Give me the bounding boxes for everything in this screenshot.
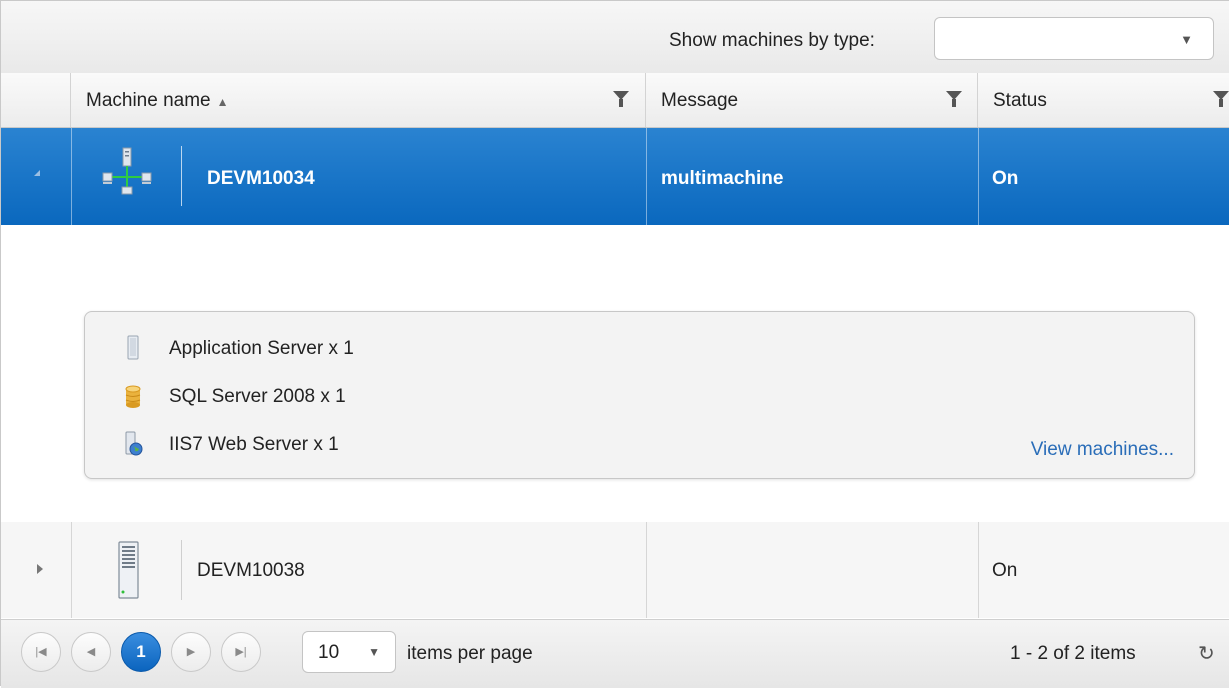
machine-name-header-label: Machine name	[86, 90, 211, 111]
table-row[interactable]: DEVM10038 On	[1, 522, 1229, 618]
machine-status: On	[992, 560, 1018, 581]
sort-ascending-icon: ▲	[216, 95, 229, 109]
filter-icon[interactable]	[946, 91, 962, 107]
grid-header: Machine name ▲ Message Status	[1, 73, 1229, 128]
cell-divider	[181, 540, 182, 600]
detail-item-label: SQL Server 2008 x 1	[169, 386, 346, 407]
view-machines-link[interactable]: View machines...	[1031, 439, 1174, 461]
machine-type-filter-label: Show machines by type:	[669, 30, 875, 51]
items-per-page-label: items per page	[407, 643, 533, 664]
filter-icon[interactable]	[1213, 91, 1229, 107]
page-size-value: 10	[318, 642, 340, 663]
machine-type-select[interactable]: ▼	[934, 17, 1214, 60]
previous-page-button[interactable]: ◀	[71, 632, 111, 672]
filter-icon[interactable]	[613, 91, 629, 107]
detail-item-label: IIS7 Web Server x 1	[169, 434, 339, 455]
expander-header-cell	[1, 73, 71, 127]
expand-row-icon[interactable]	[37, 564, 43, 574]
dropdown-arrow-icon: ▼	[1180, 32, 1193, 47]
column-divider	[646, 522, 647, 618]
column-divider	[978, 128, 979, 225]
grid-toolbar: Show machines by type: ▼	[1, 1, 1229, 74]
message-header-label: Message	[661, 90, 739, 111]
machine-name: DEVM10034	[207, 168, 315, 189]
column-divider	[646, 128, 647, 225]
application-server-icon	[123, 335, 143, 361]
machine-status: On	[992, 168, 1019, 189]
pager-info: 1 - 2 of 2 items	[1010, 643, 1136, 664]
next-page-button[interactable]: ▶	[171, 632, 211, 672]
status-header-label: Status	[993, 90, 1047, 111]
page-button-current[interactable]: 1	[121, 632, 161, 672]
server-tower-icon	[99, 540, 159, 600]
cell-divider	[181, 146, 182, 206]
page-size-select[interactable]: 10 ▼	[302, 631, 396, 673]
collapse-row-icon[interactable]	[34, 170, 40, 176]
machines-grid: Show machines by type: ▼ Machine name ▲ M…	[0, 0, 1229, 688]
database-icon	[123, 383, 143, 409]
table-row[interactable]: DEVM10034 multimachine On	[1, 128, 1229, 225]
machine-detail-panel: Application Server x 1 SQL Server 2008 x…	[84, 311, 1195, 479]
first-page-button[interactable]: |◀	[21, 632, 61, 672]
machine-name: DEVM10038	[197, 560, 305, 581]
column-header-status[interactable]: Status	[978, 73, 1229, 127]
machine-message: multimachine	[661, 168, 784, 189]
column-divider	[978, 522, 979, 618]
dropdown-arrow-icon: ▼	[368, 645, 380, 659]
web-server-icon	[123, 431, 143, 457]
column-header-machine-name[interactable]: Machine name ▲	[71, 73, 646, 127]
column-header-message[interactable]: Message	[646, 73, 978, 127]
last-page-button[interactable]: ▶|	[221, 632, 261, 672]
refresh-icon[interactable]: ↻	[1198, 641, 1215, 666]
detail-item-label: Application Server x 1	[169, 338, 354, 359]
column-divider	[71, 128, 72, 225]
grid-pager: |◀ ◀ 1 ▶ ▶| 10 ▼ items per page 1 - 2 of…	[1, 619, 1229, 688]
multi-machine-network-icon	[99, 146, 159, 206]
column-divider	[71, 522, 72, 618]
